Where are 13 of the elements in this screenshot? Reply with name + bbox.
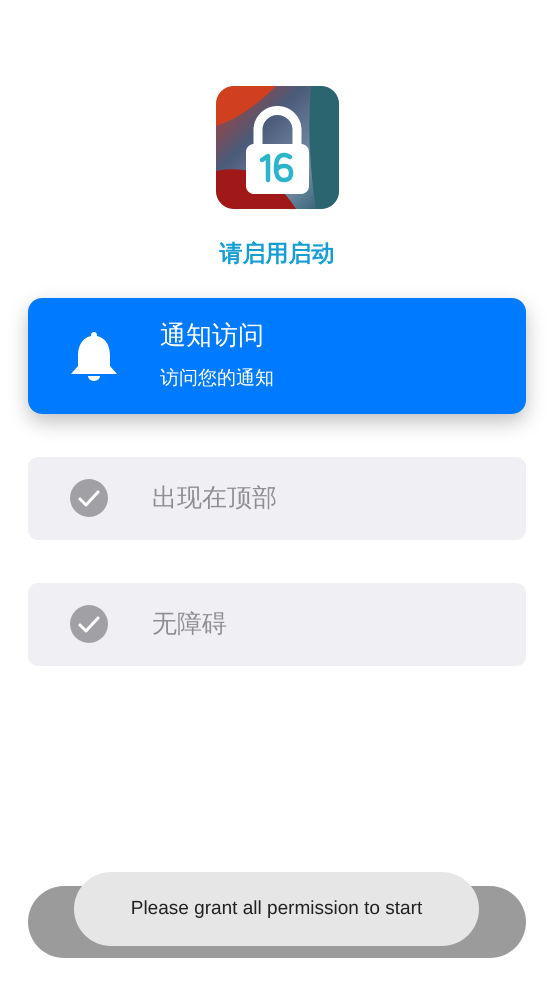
page-title: 请启用启动 <box>220 240 334 269</box>
permission-toast: Please grant all permission to start <box>74 872 479 946</box>
bell-icon <box>70 330 118 382</box>
permission-title: 无障碍 <box>152 608 227 640</box>
permission-card[interactable]: 无障碍 <box>28 582 526 666</box>
app-logo-icon <box>216 86 338 209</box>
permission-title: 出现在顶部 <box>152 482 277 514</box>
check-circle-icon <box>70 605 108 643</box>
permission-card[interactable]: 通知访问 访问您的通知 <box>28 298 526 414</box>
permission-card[interactable]: 出现在顶部 <box>28 456 526 540</box>
permission-subtitle: 访问您的通知 <box>160 366 274 391</box>
permission-title: 通知访问 <box>160 320 265 353</box>
check-circle-icon <box>70 479 108 517</box>
